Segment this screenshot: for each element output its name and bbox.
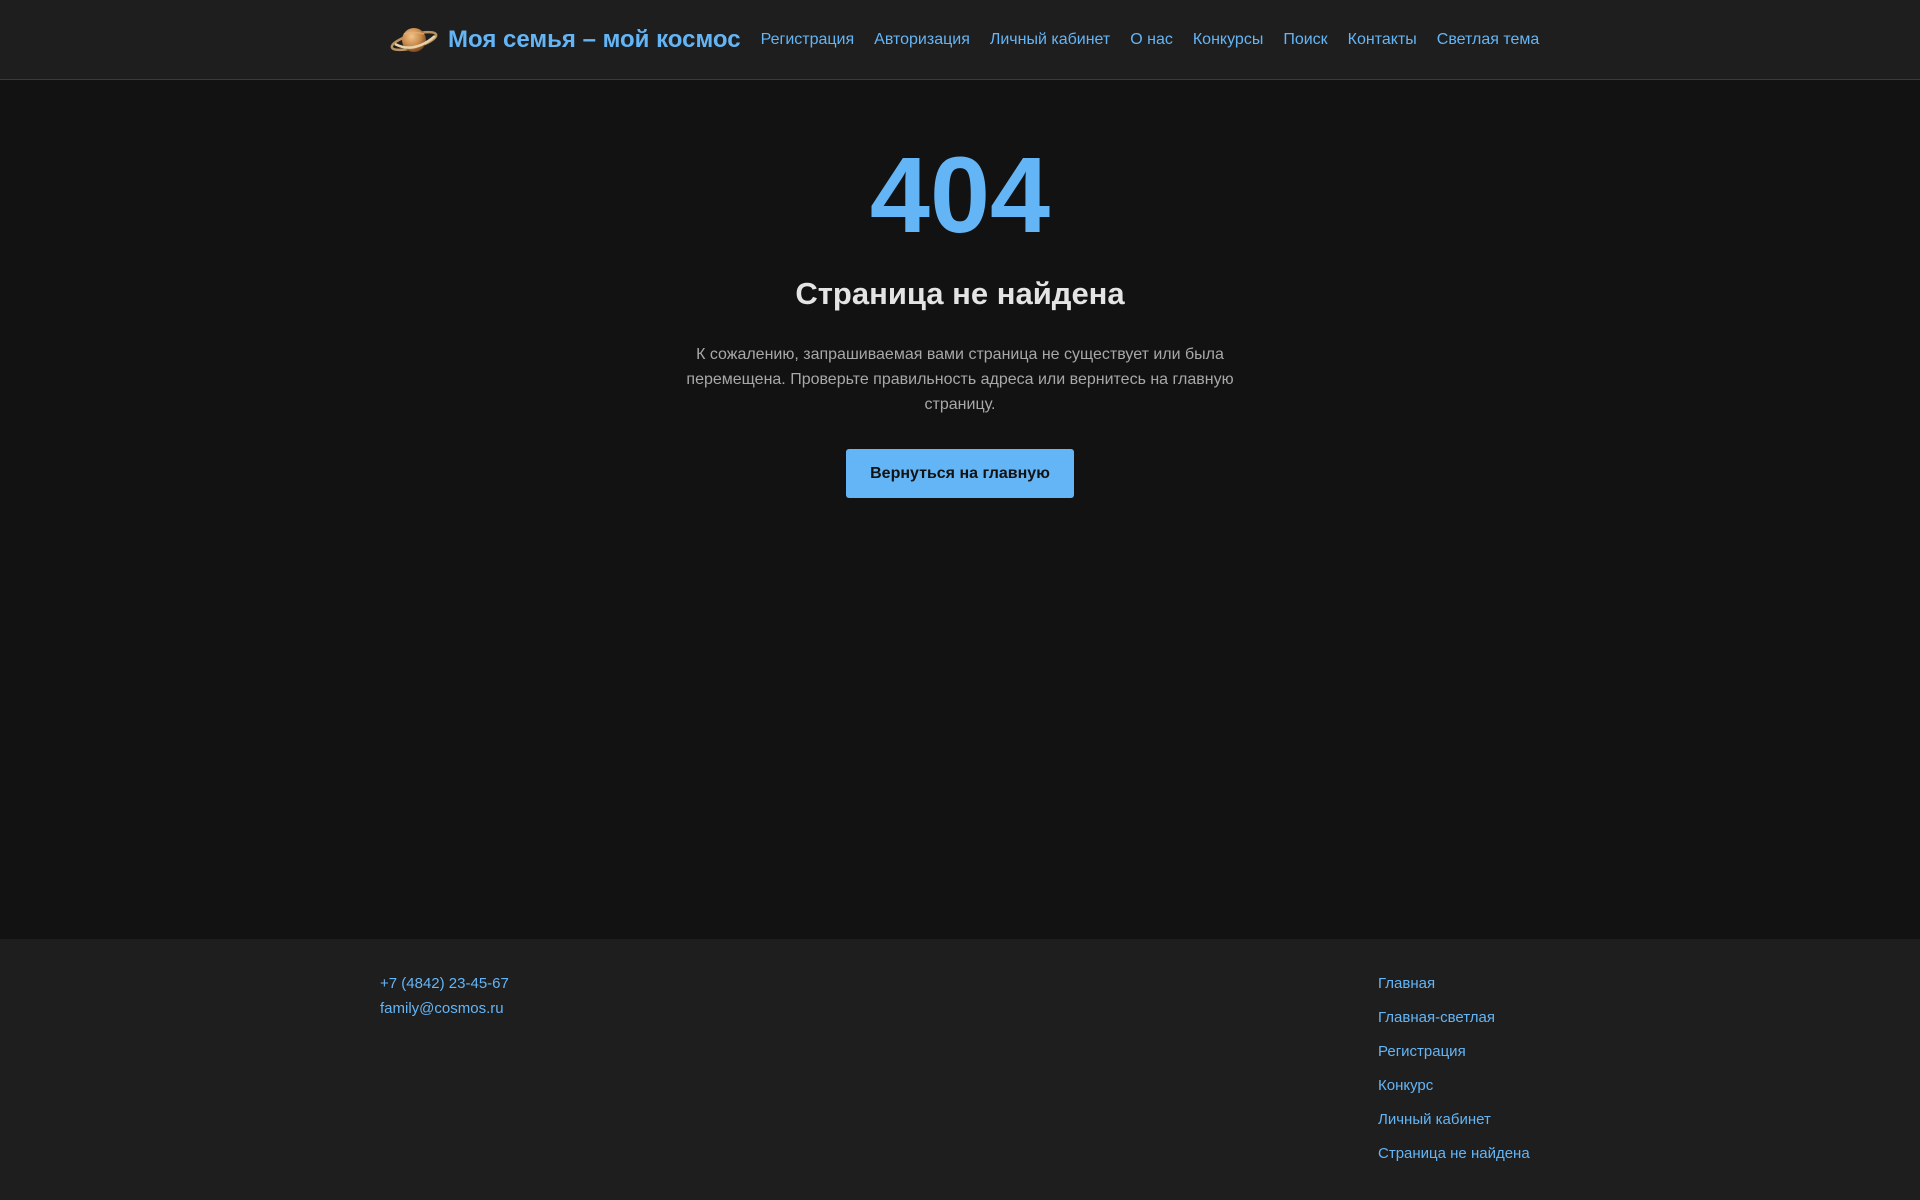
error-code: 404 — [869, 134, 1051, 255]
nav-link-search[interactable]: Поиск — [1283, 31, 1327, 49]
nav-link-about[interactable]: О нас — [1130, 31, 1173, 49]
nav-link-account[interactable]: Личный кабинет — [990, 31, 1110, 49]
main-content: 404 Страница не найдена К сожалению, зап… — [0, 81, 1920, 939]
footer-contacts: +7 (4842) 23-45-67 family@cosmos.ru — [380, 971, 509, 1021]
site-title: Моя семья – мой космос — [448, 26, 741, 53]
nav-link-contests[interactable]: Конкурсы — [1193, 31, 1263, 49]
footer-link-home[interactable]: Главная — [1378, 971, 1530, 996]
footer-link-register[interactable]: Регистрация — [1378, 1039, 1530, 1064]
footer-link-account[interactable]: Личный кабинет — [1378, 1107, 1530, 1132]
site-header: Моя семья – мой космос Регистрация Автор… — [0, 0, 1920, 80]
error-title: Страница не найдена — [795, 276, 1125, 311]
footer-link-not-found[interactable]: Страница не найдена — [1378, 1141, 1530, 1166]
site-logo-link[interactable]: Моя семья – мой космос — [390, 20, 741, 60]
footer-nav: Главная Главная-светлая Регистрация Конк… — [1378, 971, 1530, 1175]
nav-link-light-theme[interactable]: Светлая тема — [1437, 31, 1540, 49]
header-container: Моя семья – мой космос Регистрация Автор… — [390, 0, 1540, 80]
error-message: К сожалению, запрашиваемая вами страница… — [686, 346, 1234, 413]
main-nav: Регистрация Авторизация Личный кабинет О… — [761, 31, 1540, 49]
nav-link-contacts[interactable]: Контакты — [1348, 31, 1417, 49]
footer-email-link[interactable]: family@cosmos.ru — [380, 996, 509, 1021]
footer-link-contest[interactable]: Конкурс — [1378, 1073, 1530, 1098]
footer-phone-link[interactable]: +7 (4842) 23-45-67 — [380, 971, 509, 996]
planet-icon — [390, 28, 438, 52]
back-home-button[interactable]: Вернуться на главную — [846, 449, 1074, 498]
footer-link-home-light[interactable]: Главная-светлая — [1378, 1005, 1530, 1030]
nav-link-login[interactable]: Авторизация — [874, 31, 970, 49]
nav-link-register[interactable]: Регистрация — [761, 31, 855, 49]
site-footer: +7 (4842) 23-45-67 family@cosmos.ru Глав… — [0, 939, 1920, 1200]
